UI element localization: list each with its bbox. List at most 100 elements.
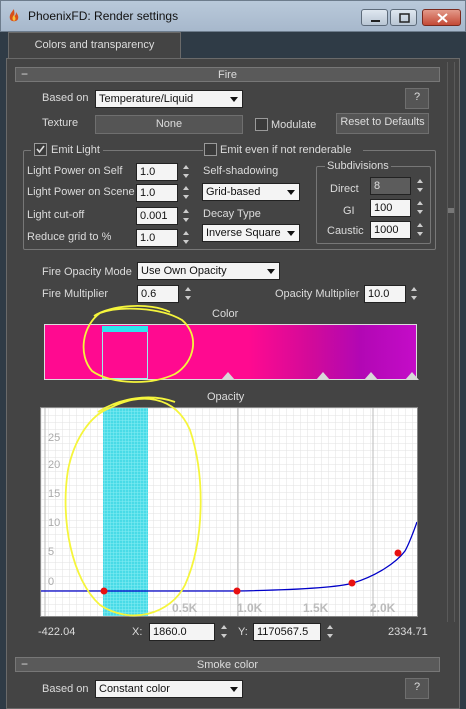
emit-light-checkbox[interactable] (34, 143, 47, 156)
smoke-based-on-label: Based on (42, 683, 89, 695)
direct-spinner[interactable] (415, 177, 425, 195)
opacity-label: Opacity (207, 391, 245, 403)
x-tick-label: 1.0K (237, 601, 263, 615)
gi-spinner[interactable] (415, 199, 425, 217)
emit-not-renderable-checkbox[interactable] (204, 143, 217, 156)
self-shadowing-value: Grid-based (206, 186, 261, 198)
curve-y-label: Y: (238, 626, 248, 638)
maximize-icon (399, 13, 410, 23)
y-tick-label: 15 (48, 488, 60, 500)
chevron-down-icon (267, 269, 275, 274)
reduce-grid-input[interactable]: 1.0 (136, 229, 178, 247)
gradient-knot-icon[interactable] (405, 372, 419, 380)
chevron-down-icon (230, 687, 238, 692)
close-button[interactable] (422, 9, 461, 26)
modulate-checkbox[interactable] (255, 118, 268, 131)
smoke-help-button[interactable]: ? (405, 678, 429, 699)
curve-y-input[interactable]: 1170567.5 (253, 623, 321, 641)
gi-input[interactable]: 100 (370, 199, 411, 217)
x-tick-label: 0.5K (172, 601, 198, 615)
curve-control-point[interactable] (100, 587, 108, 595)
opacity-curve-editor[interactable]: 25 20 15 10 5 0 0.5K 1.0K 1.5K 2.0K (40, 407, 418, 617)
checkmark-icon (36, 145, 45, 154)
smoke-color-rollout-header[interactable]: − Smoke color (15, 657, 440, 672)
minimize-button[interactable] (361, 9, 388, 26)
fire-opacity-mode-value: Use Own Opacity (141, 265, 227, 277)
curve-control-point[interactable] (394, 549, 402, 557)
light-cutoff-input[interactable]: 0.001 (136, 207, 178, 225)
modulate-label: Modulate (271, 119, 317, 131)
caustic-label: Caustic (327, 225, 364, 237)
color-gradient-selection[interactable] (102, 326, 148, 379)
tab-colors-and-transparency[interactable]: Colors and transparency (8, 32, 181, 59)
decay-type-label: Decay Type (203, 208, 261, 220)
direct-input[interactable]: 8 (370, 177, 411, 195)
gradient-knot-icon[interactable] (221, 372, 235, 380)
light-power-self-spinner[interactable] (181, 163, 191, 181)
self-shadowing-dropdown[interactable]: Grid-based (202, 183, 300, 201)
fire-multiplier-spinner[interactable] (183, 285, 193, 303)
smoke-based-on-dropdown[interactable]: Constant color (95, 680, 243, 698)
curve-control-point[interactable] (233, 587, 241, 595)
smoke-color-rollout-title: Smoke color (196, 659, 259, 671)
opacity-multiplier-label: Opacity Multiplier (275, 288, 360, 300)
curve-control-point[interactable] (348, 579, 356, 587)
help-button[interactable]: ? (405, 88, 429, 109)
color-label: Color (212, 308, 239, 320)
light-cutoff-spinner[interactable] (181, 207, 191, 225)
minimize-icon (371, 20, 380, 22)
texture-label: Texture (42, 117, 79, 129)
phoenix-flame-icon (9, 9, 19, 22)
close-icon (437, 13, 448, 23)
chevron-down-icon (287, 190, 295, 195)
curve-y-spinner[interactable] (325, 623, 335, 641)
opacity-curve-canvas[interactable]: 25 20 15 10 5 0 0.5K 1.0K 1.5K 2.0K (41, 408, 418, 616)
caustic-spinner[interactable] (415, 221, 425, 239)
scroll-thumb[interactable] (447, 62, 455, 622)
smoke-based-on-value: Constant color (99, 683, 170, 695)
curve-range-min: -422.04 (38, 626, 76, 638)
light-power-scene-input[interactable]: 1.0 (136, 184, 178, 202)
light-power-scene-label: Light Power on Scene (27, 186, 135, 198)
gradient-knot-icon[interactable] (316, 372, 330, 380)
curve-range-max: 2334.71 (388, 626, 428, 638)
fire-multiplier-input[interactable]: 0.6 (137, 285, 179, 303)
based-on-value: Temperature/Liquid (99, 93, 194, 105)
based-on-dropdown[interactable]: Temperature/Liquid (95, 90, 243, 108)
opacity-multiplier-spinner[interactable] (409, 285, 419, 303)
curve-selection-region[interactable] (103, 408, 148, 616)
light-power-scene-spinner[interactable] (181, 184, 191, 202)
decay-type-value: Inverse Square (206, 227, 281, 239)
curve-x-spinner[interactable] (219, 623, 229, 641)
light-cutoff-label: Light cut-off (27, 209, 85, 221)
opacity-multiplier-input[interactable]: 10.0 (364, 285, 406, 303)
x-tick-label: 1.5K (303, 601, 329, 615)
y-tick-label: 0 (48, 576, 54, 588)
texture-button[interactable]: None (95, 115, 243, 134)
emit-light-label: Emit Light (51, 144, 103, 156)
decay-type-dropdown[interactable]: Inverse Square (202, 224, 300, 242)
subdivisions-title: Subdivisions (325, 160, 391, 172)
fire-opacity-mode-label: Fire Opacity Mode (42, 266, 132, 278)
gradient-knot-icon[interactable] (364, 372, 378, 380)
reset-to-defaults-button[interactable]: Reset to Defaults (336, 113, 429, 134)
gi-label: GI (343, 205, 355, 217)
fire-rollout-title: Fire (218, 69, 237, 81)
fire-opacity-mode-dropdown[interactable]: Use Own Opacity (137, 262, 280, 280)
maximize-button[interactable] (390, 9, 417, 26)
fire-multiplier-label: Fire Multiplier (42, 288, 109, 300)
caustic-input[interactable]: 1000 (370, 221, 411, 239)
light-power-self-input[interactable]: 1.0 (136, 163, 178, 181)
self-shadowing-label: Self-shadowing (203, 165, 279, 177)
curve-x-input[interactable]: 1860.0 (149, 623, 215, 641)
based-on-label: Based on (42, 92, 89, 104)
fire-rollout-header[interactable]: − Fire (15, 67, 440, 82)
direct-label: Direct (330, 183, 359, 195)
y-tick-label: 20 (48, 459, 60, 471)
light-power-self-label: Light Power on Self (27, 165, 123, 177)
curve-x-label: X: (132, 626, 143, 638)
scroll-grip (448, 208, 454, 213)
reduce-grid-spinner[interactable] (181, 229, 191, 247)
x-tick-label: 2.0K (370, 601, 396, 615)
reduce-grid-label: Reduce grid to % (27, 231, 112, 243)
